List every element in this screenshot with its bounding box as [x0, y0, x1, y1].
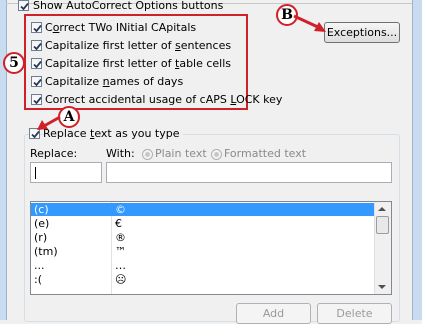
row-replace-cell: (tm): [34, 245, 58, 258]
scroll-up-arrow-icon[interactable]: [378, 207, 386, 211]
with-input[interactable]: [106, 162, 392, 183]
plain-text-radio[interactable]: [142, 149, 153, 160]
checkmark-icon: [33, 78, 42, 87]
correct-caps-lock-label: Correct accidental usage of cAPS LOCK ke…: [45, 93, 283, 106]
correct-two-initial-capitals-checkbox[interactable]: [31, 22, 42, 33]
row-with-cell: ®: [115, 231, 126, 244]
replace-label: Replace:: [30, 147, 78, 160]
plain-text-label: Plain text: [155, 147, 207, 160]
capitalize-names-of-days-label: Capitalize names of days: [45, 75, 184, 88]
capitalize-names-of-days-checkbox[interactable]: [31, 76, 42, 87]
row-with-cell: ™: [115, 245, 126, 258]
add-button[interactable]: Add: [236, 303, 311, 324]
row-with-cell: €: [115, 217, 122, 230]
table-row[interactable]: (tm) ™: [31, 245, 376, 258]
checkmark-icon: [33, 42, 42, 51]
checkmark-icon: [33, 24, 42, 33]
checkmark-icon: [33, 96, 42, 105]
row-replace-cell: ...: [34, 259, 45, 272]
formatted-text-radio[interactable]: [211, 149, 222, 160]
delete-button[interactable]: Delete: [317, 303, 392, 324]
window-right-border: [412, 0, 422, 320]
capitalize-table-cells-checkbox[interactable]: [31, 58, 42, 69]
show-autocorrect-buttons-label: Show AutoCorrect Options buttons: [33, 0, 224, 12]
correct-two-initial-capitals-label: Correct TWo INitial CApitals: [45, 21, 197, 34]
table-row[interactable]: (r) ®: [31, 231, 376, 244]
window-left-border: [0, 0, 7, 320]
scroll-down-arrow-icon[interactable]: [378, 285, 386, 289]
capitalize-table-cells-label: Capitalize first letter of table cells: [45, 57, 232, 70]
table-row[interactable]: ... …: [31, 259, 376, 272]
scroll-thumb[interactable]: [376, 216, 389, 234]
autocorrect-entries-list[interactable]: (c) © (e) € (r) ® (tm) ™ ... … :( ☹: [30, 201, 392, 295]
row-with-cell: ©: [115, 203, 126, 216]
table-row[interactable]: (e) €: [31, 217, 376, 230]
row-replace-cell: (e): [34, 217, 50, 230]
exceptions-button[interactable]: Exceptions...: [324, 22, 400, 43]
row-replace-cell: (c): [34, 203, 49, 216]
row-replace-cell: :(: [34, 273, 42, 286]
with-label: With:: [106, 147, 135, 160]
text-cursor: [35, 167, 36, 179]
show-autocorrect-buttons-checkbox[interactable]: [18, 0, 29, 11]
formatted-text-label: Formatted text: [224, 147, 307, 160]
annotation-b-arrow-icon: [293, 14, 326, 32]
table-row[interactable]: :( ☹: [31, 273, 376, 286]
capitalize-sentences-checkbox[interactable]: [31, 40, 42, 51]
capitalize-sentences-label: Capitalize first letter of sentences: [45, 39, 232, 52]
row-replace-cell: (r): [34, 231, 48, 244]
list-scrollbar[interactable]: [374, 202, 391, 294]
table-row[interactable]: (c) ©: [31, 203, 376, 216]
checkmark-icon: [33, 60, 42, 69]
replace-input[interactable]: [30, 162, 102, 183]
annotation-a-arrow-icon: [37, 115, 61, 130]
correct-caps-lock-checkbox[interactable]: [31, 94, 42, 105]
checkmark-icon: [20, 2, 29, 11]
annotation-5-marker: 5: [3, 52, 25, 74]
row-with-cell: ☹: [115, 273, 127, 286]
row-with-cell: …: [115, 259, 126, 272]
